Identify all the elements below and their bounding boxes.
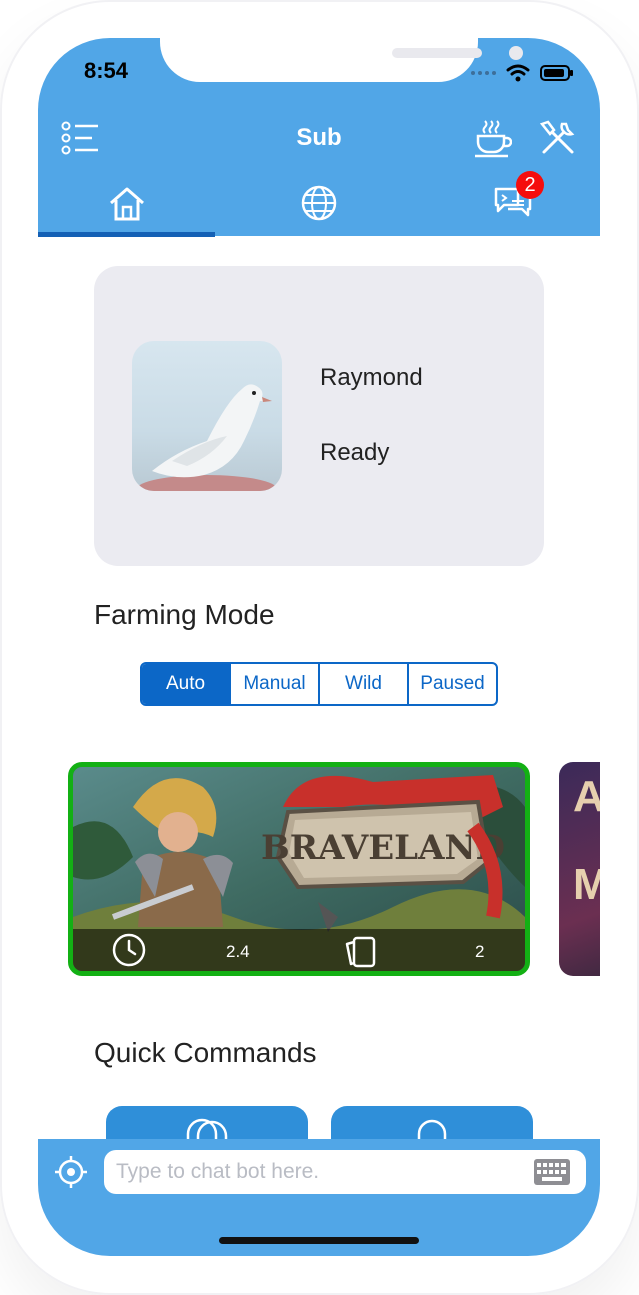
front-camera [509, 46, 523, 60]
status-indicators [471, 64, 574, 82]
phone-frame: 8:54 Sub 2 Raymond Ready Farming Mode Au… [0, 0, 639, 1295]
dove-icon [137, 384, 277, 491]
top-bar: 8:54 Sub 2 [38, 38, 600, 237]
tab-home[interactable] [38, 183, 215, 236]
game-stats-bar: 2.4 2 [73, 929, 525, 971]
farming-mode-selector: Auto Manual Wild Paused [140, 662, 498, 706]
avatar[interactable] [132, 341, 282, 491]
home-icon [109, 187, 144, 221]
coffee-icon[interactable] [472, 118, 512, 158]
battery-icon [540, 65, 573, 81]
page-title: Sub [296, 124, 342, 151]
device-notch [160, 38, 523, 82]
segment-wild[interactable]: Wild [318, 664, 407, 704]
active-tab-indicator [38, 232, 215, 237]
game-cover-text-bottom: M [573, 860, 600, 909]
chat-bar [38, 1139, 600, 1256]
signal-icon [471, 71, 496, 75]
cards-value: 2 [475, 942, 485, 961]
home-indicator[interactable] [219, 1237, 419, 1244]
game-cover-text-top: A [573, 772, 600, 821]
profile-status: Ready [320, 439, 390, 466]
game-card-next[interactable]: A M [559, 762, 600, 976]
tab-chat[interactable] [423, 183, 600, 236]
time-value: 2.4 [226, 942, 250, 961]
tools-icon[interactable] [538, 118, 578, 158]
speaker-grille [392, 48, 482, 58]
status-time: 8:54 [84, 58, 129, 83]
notification-badge: 2 [516, 171, 544, 199]
quick-commands-label: Quick Commands [94, 1037, 317, 1068]
crosshair-icon[interactable] [54, 1155, 88, 1189]
profile-card: Raymond Ready [94, 266, 544, 566]
clock-icon [112, 933, 146, 967]
app-screen: 8:54 Sub 2 Raymond Ready Farming Mode Au… [38, 38, 600, 1256]
chat-input[interactable] [104, 1150, 586, 1194]
segment-auto[interactable]: Auto [142, 664, 229, 704]
cards-icon [345, 936, 376, 968]
keyboard-icon[interactable] [534, 1159, 570, 1185]
farming-mode-label: Farming Mode [94, 599, 275, 630]
globe-icon [301, 185, 336, 221]
tab-globe[interactable] [230, 183, 407, 236]
game-card-braveland[interactable]: BRAVELAND 2.4 2 [68, 762, 530, 976]
segment-paused[interactable]: Paused [407, 664, 496, 704]
profile-name: Raymond [320, 364, 423, 391]
wifi-icon [506, 64, 530, 82]
segment-manual[interactable]: Manual [229, 664, 318, 704]
svg-text:BRAVELAND: BRAVELAND [261, 828, 505, 868]
